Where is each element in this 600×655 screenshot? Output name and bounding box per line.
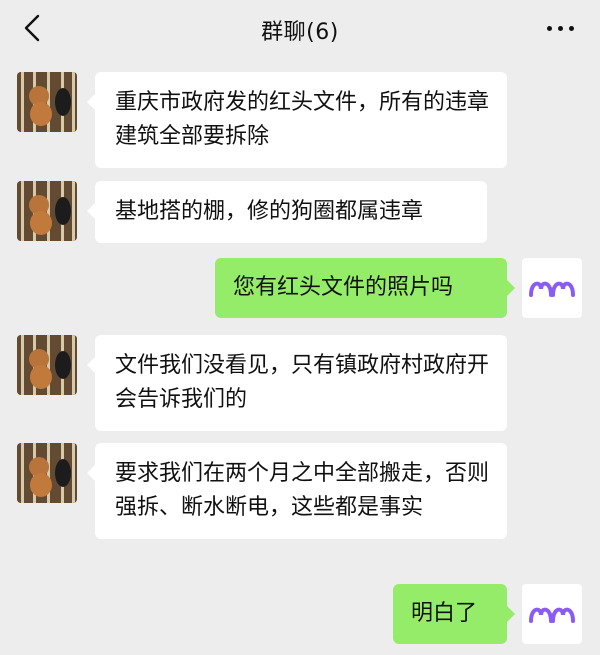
more-options-button[interactable] [540,12,580,44]
message-bubble-incoming[interactable]: 重庆市政府发的红头文件，所有的违章建筑全部要拆除 [87,72,507,168]
sender-avatar[interactable] [17,72,77,132]
message-bubble-outgoing[interactable]: 您有红头文件的照片吗 [215,258,515,318]
brand-logo-icon [529,281,575,297]
message-bubble-incoming[interactable]: 基地搭的棚，修的狗圈都属违章 [87,181,487,243]
sender-avatar[interactable] [17,181,77,241]
chat-header: 群聊(6) [0,0,600,56]
message-bubble-incoming[interactable]: 要求我们在两个月之中全部搬走，否则强拆、断水断电，这些都是事实 [87,443,507,539]
message-bubble-incoming[interactable]: 文件我们没看见，只有镇政府村政府开会告诉我们的 [87,335,507,431]
self-avatar[interactable] [522,258,582,318]
message-bubble-outgoing[interactable]: 明白了 [393,584,515,644]
brand-logo-icon [529,607,575,623]
self-avatar[interactable] [522,584,582,644]
sender-avatar[interactable] [17,443,77,503]
ellipsis-icon [544,25,577,31]
sender-avatar[interactable] [17,335,77,395]
chat-title: 群聊(6) [261,20,339,45]
